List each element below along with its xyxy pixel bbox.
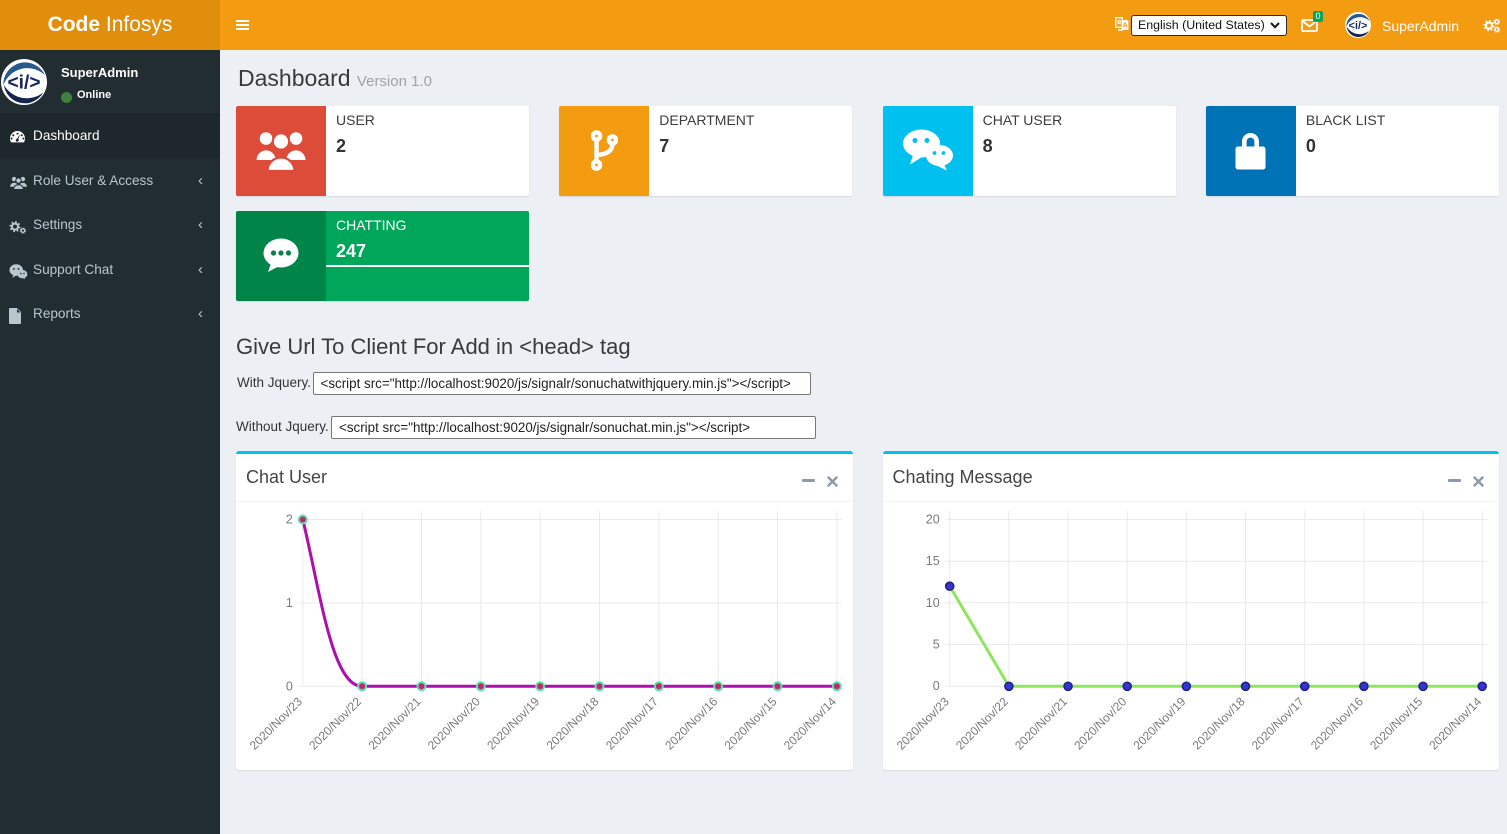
svg-text:2: 2 — [286, 513, 293, 527]
svg-text:2020/Nov/20: 2020/Nov/20 — [1071, 694, 1129, 752]
svg-text:2020/Nov/17: 2020/Nov/17 — [1248, 694, 1306, 752]
svg-text:<i/>: <i/> — [1349, 20, 1368, 32]
svg-text:2020/Nov/17: 2020/Nov/17 — [603, 694, 661, 752]
svg-text:2020/Nov/18: 2020/Nov/18 — [544, 694, 602, 752]
svg-text:A: A — [1122, 20, 1128, 29]
svg-text:2020/Nov/19: 2020/Nov/19 — [1130, 694, 1188, 752]
svg-text:15: 15 — [925, 554, 939, 568]
svg-text:0: 0 — [286, 679, 293, 693]
svg-text:2020/Nov/14: 2020/Nov/14 — [1426, 694, 1484, 752]
svg-text:2020/Nov/20: 2020/Nov/20 — [425, 694, 483, 752]
svg-text:0: 0 — [932, 679, 939, 693]
svg-text:2020/Nov/14: 2020/Nov/14 — [781, 694, 839, 752]
svg-text:<i/>: <i/> — [7, 73, 40, 94]
svg-text:5: 5 — [932, 638, 939, 652]
svg-text:2020/Nov/19: 2020/Nov/19 — [484, 694, 542, 752]
svg-text:2020/Nov/15: 2020/Nov/15 — [722, 694, 780, 752]
svg-text:2020/Nov/21: 2020/Nov/21 — [1012, 694, 1070, 752]
svg-text:2020/Nov/16: 2020/Nov/16 — [1307, 694, 1365, 752]
svg-text:10: 10 — [925, 596, 939, 610]
svg-text:2020/Nov/22: 2020/Nov/22 — [952, 694, 1010, 752]
svg-text:2020/Nov/15: 2020/Nov/15 — [1367, 694, 1425, 752]
svg-text:2020/Nov/21: 2020/Nov/21 — [366, 694, 424, 752]
svg-text:1: 1 — [286, 596, 293, 610]
svg-text:2020/Nov/23: 2020/Nov/23 — [893, 694, 951, 752]
svg-text:2020/Nov/18: 2020/Nov/18 — [1189, 694, 1247, 752]
svg-text:2020/Nov/16: 2020/Nov/16 — [662, 694, 720, 752]
svg-text:2020/Nov/22: 2020/Nov/22 — [306, 694, 364, 752]
svg-text:20: 20 — [925, 513, 939, 527]
svg-text:2020/Nov/23: 2020/Nov/23 — [247, 694, 305, 752]
